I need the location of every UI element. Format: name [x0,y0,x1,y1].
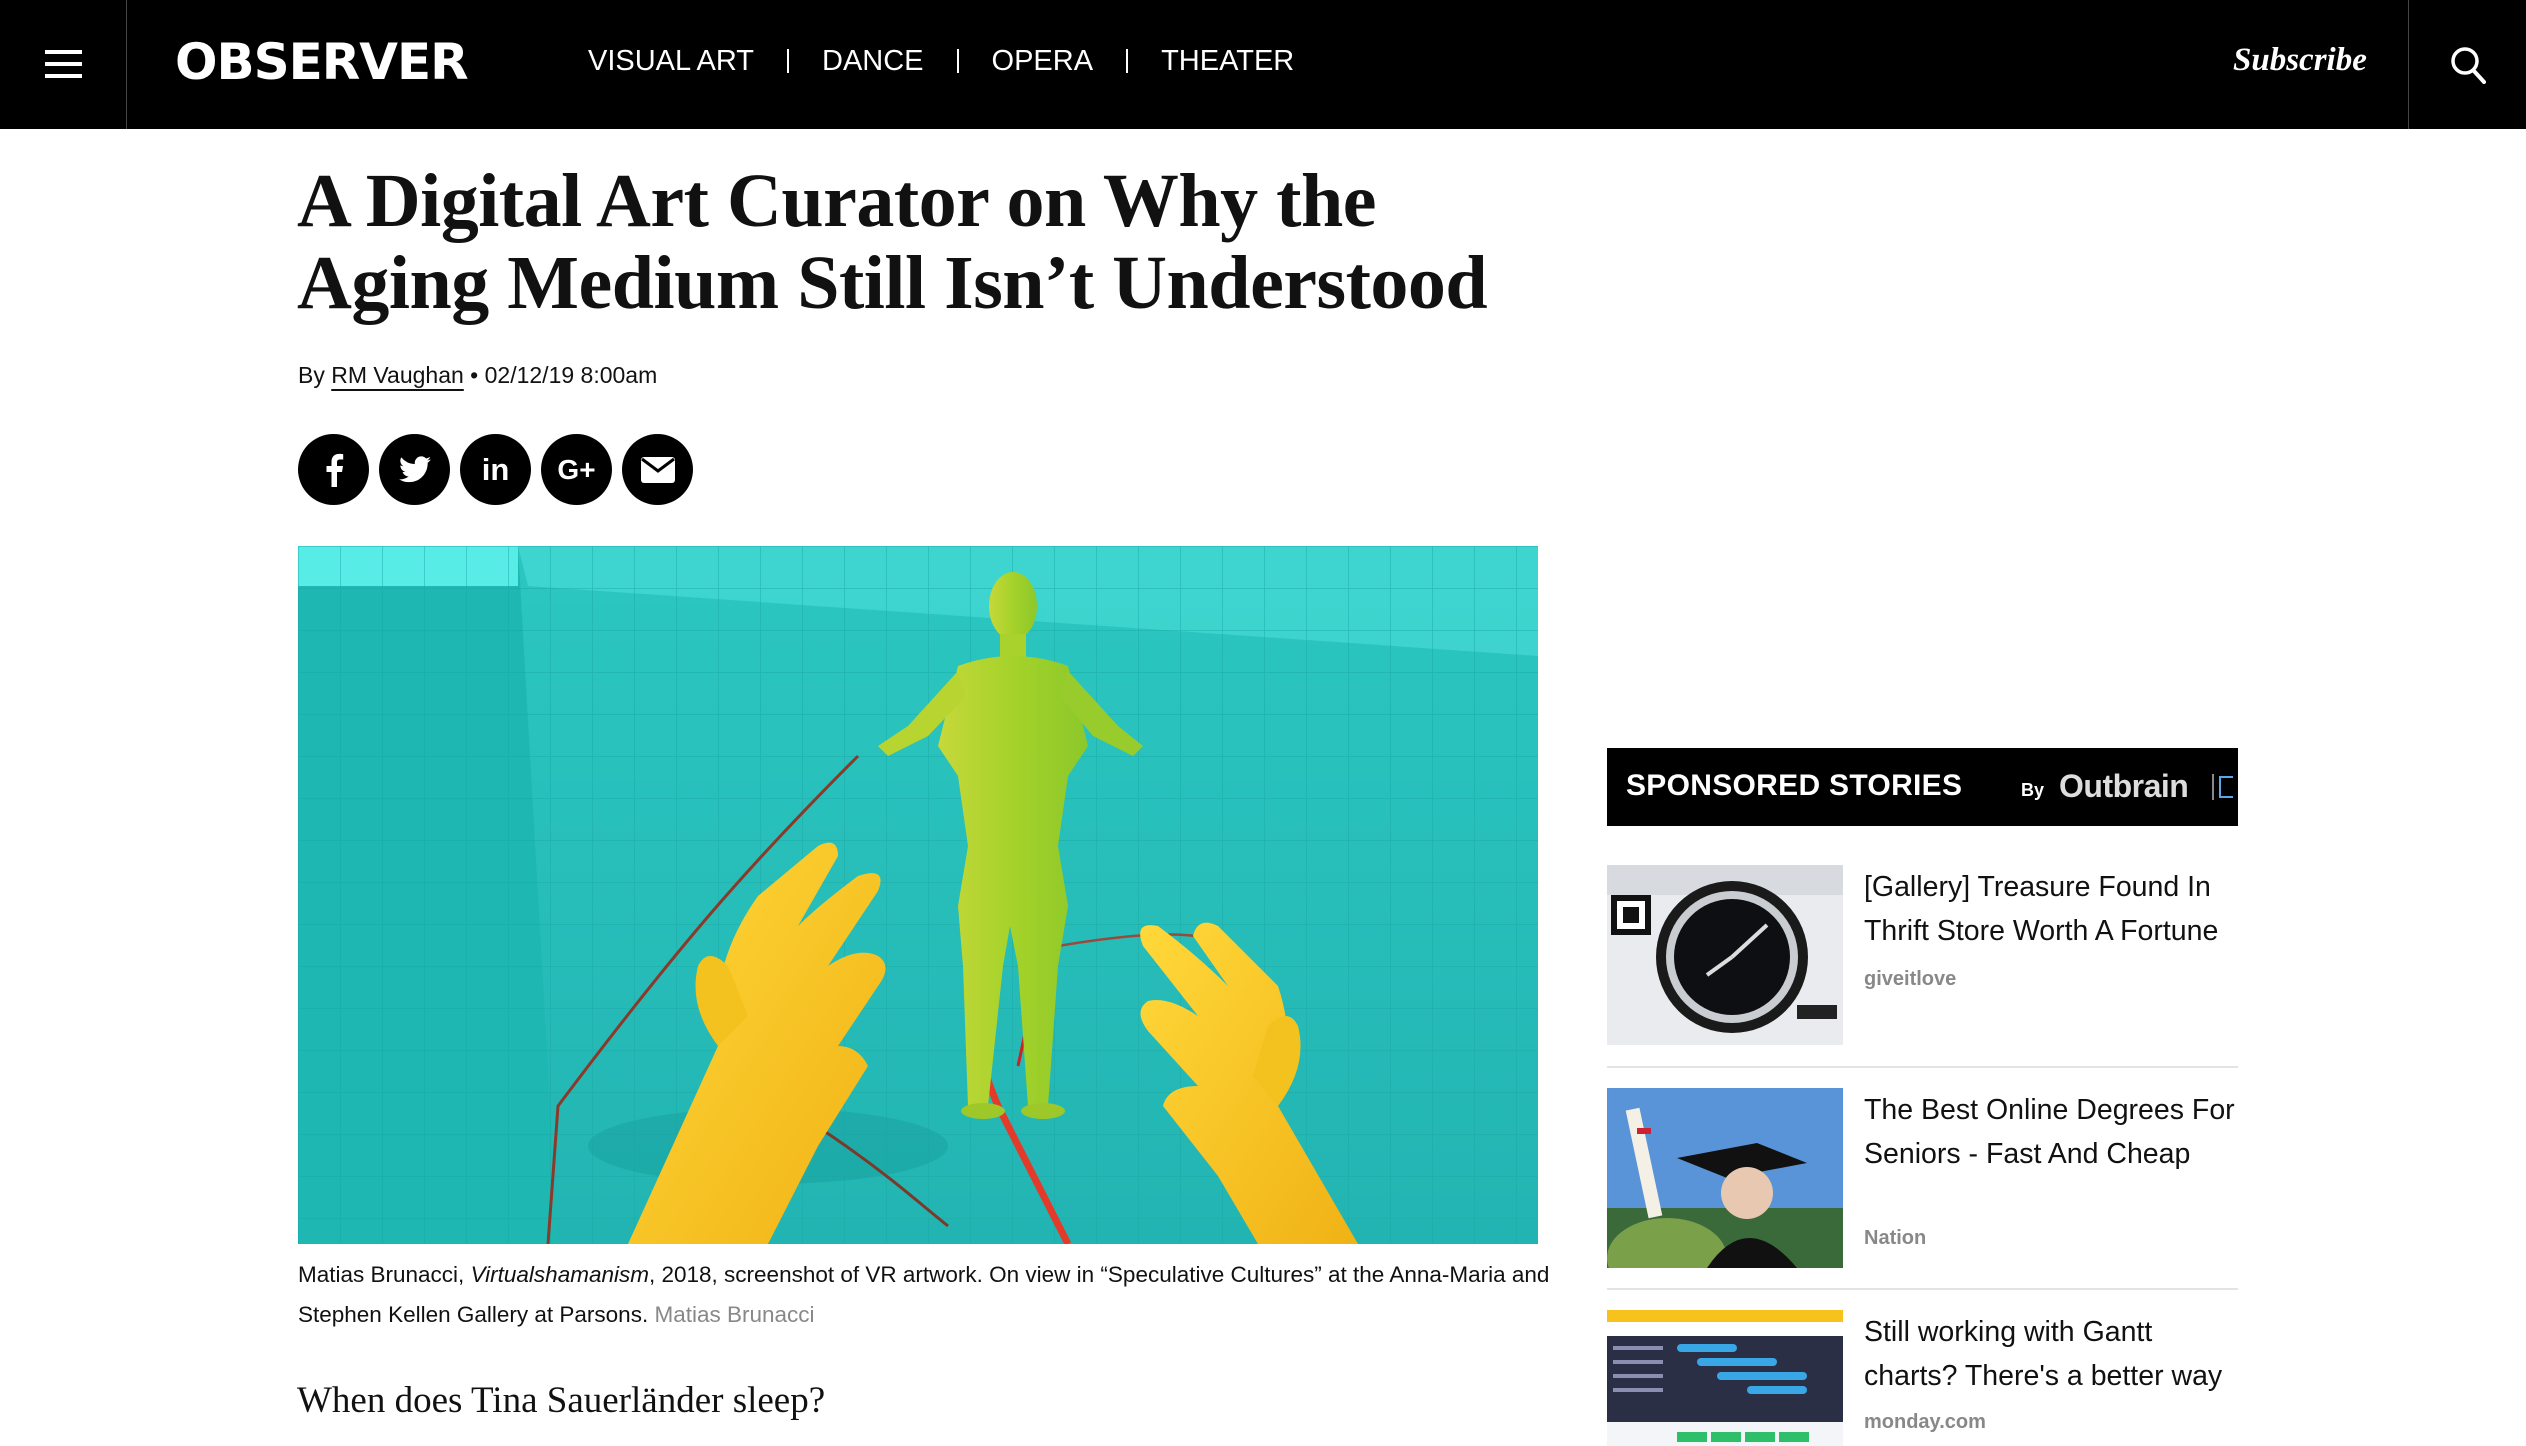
story-divider [1607,1288,2238,1290]
caption-artwork-title: Virtualshamanism [470,1262,649,1287]
menu-button[interactable] [0,0,127,129]
section-nav: VISUAL ART DANCE OPERA THEATER [588,38,1294,84]
sponsored-title: SPONSORED STORIES [1626,769,1963,802]
story-thumbnail-watch[interactable] [1607,865,1843,1045]
watch-image [1607,865,1843,1045]
linkedin-icon: in [481,452,510,487]
nav-divider [787,49,790,73]
caption-artist: Matias Brunacci, [298,1262,471,1287]
graduate-image [1607,1088,1843,1268]
vr-artwork-illustration [298,546,1538,1244]
story-title[interactable]: [Gallery] Treasure Found In Thrift Store… [1864,865,2244,953]
nav-theater[interactable]: THEATER [1161,38,1294,84]
nav-dance[interactable]: DANCE [822,38,924,84]
site-logo[interactable]: OBSERVER [175,30,469,94]
sponsored-stories-header: SPONSORED STORIES By Outbrain [1607,748,2238,826]
outbrain-logo[interactable]: Outbrain [2059,766,2189,806]
share-buttons: in G+ [298,434,693,505]
share-facebook-button[interactable] [298,434,369,505]
image-caption: Matias Brunacci, Virtualshamanism, 2018,… [298,1255,1558,1335]
sponsored-story[interactable]: [Gallery] Treasure Found In Thrift Store… [1607,865,2238,1045]
search-icon [2451,46,2486,84]
adchoices-icon[interactable] [2219,776,2233,798]
share-twitter-button[interactable] [379,434,450,505]
article-headline: A Digital Art Curator on Why the Aging M… [297,160,1597,324]
byline-prefix: By [298,362,325,388]
caption-credit: Matias Brunacci [654,1302,815,1327]
email-icon [640,456,675,483]
story-source: Nation [1864,1227,1927,1249]
share-google-plus-button[interactable]: G+ [541,434,612,505]
facebook-icon [326,453,343,487]
story-title[interactable]: The Best Online Degrees For Seniors - Fa… [1864,1088,2244,1176]
story-source: giveitlove [1864,968,1957,990]
headline-line-1: A Digital Art Curator on Why the [297,159,1377,243]
header-divider [2212,774,2214,800]
byline: By RM Vaughan • 02/12/19 8:00am [298,357,657,393]
byline-separator: • [470,362,479,388]
hamburger-icon [44,50,82,79]
sponsored-story[interactable]: Still working with Gantt charts? There's… [1607,1310,2238,1446]
article-lede: When does Tina Sauerländer sleep? [297,1380,826,1421]
gantt-chart-image [1607,1310,1843,1446]
twitter-icon [398,456,431,483]
story-source: monday.com [1864,1411,1986,1433]
share-email-button[interactable] [622,434,693,505]
top-navigation-bar: OBSERVER VISUAL ART DANCE OPERA THEATER … [0,0,2526,129]
story-title[interactable]: Still working with Gantt charts? There's… [1864,1310,2244,1398]
publish-date: 02/12/19 8:00am [484,362,658,388]
google-plus-icon: G+ [557,453,596,485]
nav-visual-art[interactable]: VISUAL ART [588,38,754,84]
nav-divider [1126,49,1129,73]
story-thumbnail-monday[interactable] [1607,1310,1843,1446]
sponsored-by-label: By [2021,780,2045,800]
subscribe-link[interactable]: Subscribe [2233,34,2367,86]
author-link[interactable]: RM Vaughan [331,362,464,388]
share-linkedin-button[interactable]: in [460,434,531,505]
nav-divider [956,49,959,73]
story-thumbnail-graduate[interactable] [1607,1088,1843,1268]
story-divider [1607,1066,2238,1068]
headline-line-2: Aging Medium Still Isn’t Understood [297,241,1488,325]
search-button[interactable] [2408,0,2526,129]
sponsored-story[interactable]: The Best Online Degrees For Seniors - Fa… [1607,1088,2238,1268]
nav-opera[interactable]: OPERA [992,38,1094,84]
hero-image [298,546,1538,1244]
